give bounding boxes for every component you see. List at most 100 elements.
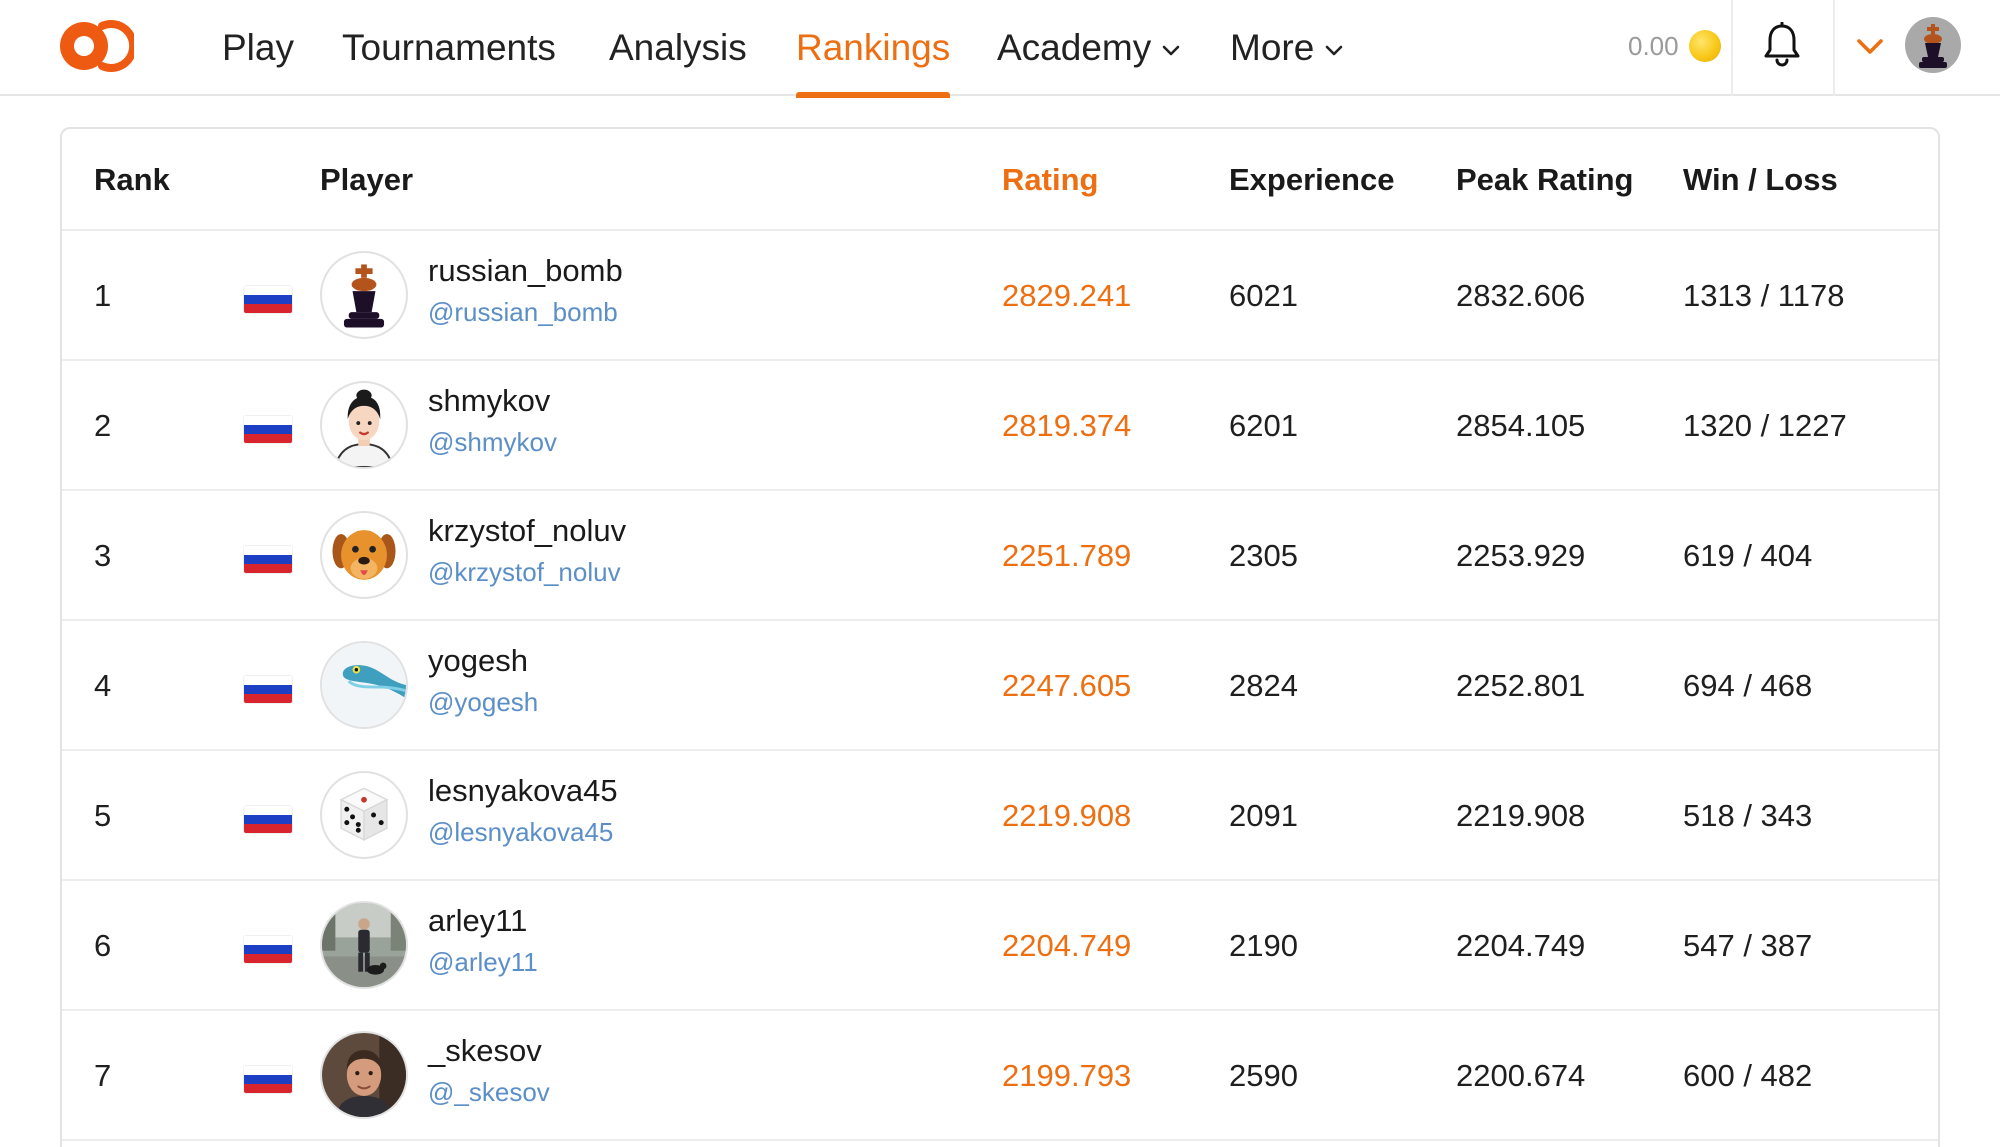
player-handle[interactable]: @krzystof_noluv — [428, 557, 621, 588]
player-name[interactable]: yogesh — [428, 643, 528, 679]
experience-cell: 6021 — [1229, 278, 1298, 313]
chevron-down-icon — [1162, 45, 1180, 56]
coin-icon — [1688, 30, 1721, 62]
nav-analysis-label: Analysis — [609, 27, 747, 68]
player-handle[interactable]: @arley11 — [428, 947, 538, 978]
player-name[interactable]: krzystof_noluv — [428, 513, 626, 549]
table-row[interactable]: 1 russian_bomb @russian_bomb 2829.241 60… — [62, 231, 1938, 361]
top-navigation-bar: Play Tournaments Analysis Rankings Acade… — [0, 0, 2000, 98]
header-rank[interactable]: Rank — [94, 129, 170, 231]
peak-rating-cell: 2252.801 — [1456, 668, 1586, 703]
header-experience[interactable]: Experience — [1229, 129, 1394, 231]
peak-rating-cell: 2219.908 — [1456, 798, 1586, 833]
nav-tournaments-label: Tournaments — [342, 27, 556, 68]
player-handle[interactable]: @shmykov — [428, 427, 557, 458]
player-avatar[interactable] — [320, 1031, 408, 1119]
nav-play[interactable]: Play — [222, 0, 294, 96]
table-row[interactable]: 5 lesnyakova45 @lesnyakova45 2219.908 20… — [62, 751, 1938, 881]
player-name[interactable]: lesnyakova45 — [428, 773, 618, 809]
table-row[interactable]: 6 arley11 @arley11 2204.749 2190 2204.74… — [62, 881, 1938, 1011]
nav-rankings[interactable]: Rankings — [796, 0, 951, 98]
rank-cell: 4 — [94, 668, 112, 703]
experience-cell: 2091 — [1229, 798, 1298, 833]
russia-flag-icon — [244, 1066, 292, 1093]
notification-bell-icon[interactable] — [1762, 22, 1802, 68]
nav-tournaments[interactable]: Tournaments — [342, 0, 556, 96]
player-handle[interactable]: @lesnyakova45 — [428, 817, 613, 848]
rank-cell: 2 — [94, 408, 112, 443]
experience-cell: 2190 — [1229, 928, 1298, 963]
experience-cell: 2824 — [1229, 668, 1298, 703]
player-avatar[interactable] — [320, 771, 408, 859]
rating-cell: 2247.605 — [1002, 668, 1132, 703]
rank-cell: 6 — [94, 928, 112, 963]
dice-icon — [339, 787, 389, 841]
player-avatar[interactable] — [320, 901, 408, 989]
chess-king-icon — [1919, 24, 1947, 68]
player-name[interactable]: arley11 — [428, 903, 527, 939]
player-name[interactable]: shmykov — [428, 383, 550, 419]
header-win-loss[interactable]: Win / Loss — [1683, 129, 1838, 231]
peak-rating-cell: 2204.749 — [1456, 928, 1586, 963]
peak-rating-cell: 2854.105 — [1456, 408, 1586, 443]
player-handle[interactable]: @russian_bomb — [428, 297, 618, 328]
site-logo-icon[interactable] — [58, 20, 134, 72]
rating-cell: 2199.793 — [1002, 1058, 1132, 1093]
experience-cell: 6201 — [1229, 408, 1298, 443]
player-handle[interactable]: @yogesh — [428, 687, 538, 718]
header-divider — [1833, 0, 1835, 96]
dog-icon — [332, 530, 396, 580]
nav-rankings-label: Rankings — [796, 27, 951, 68]
header-divider — [1731, 0, 1733, 96]
experience-cell: 2590 — [1229, 1058, 1298, 1093]
win-loss-cell: 600 / 482 — [1683, 1058, 1813, 1093]
user-avatar[interactable] — [1905, 17, 1961, 73]
photo-face-icon — [322, 1033, 406, 1117]
player-name[interactable]: russian_bomb — [428, 253, 623, 289]
player-avatar[interactable] — [320, 251, 408, 339]
russia-flag-icon — [244, 676, 292, 703]
header-peak-rating[interactable]: Peak Rating — [1456, 129, 1633, 231]
table-row[interactable]: 3 krzystof_noluv @krzystof_noluv 2251.78… — [62, 491, 1938, 621]
table-row[interactable]: 4 yogesh @yogesh 2247.605 2824 2252.801 … — [62, 621, 1938, 751]
rating-cell: 2819.374 — [1002, 408, 1132, 443]
nav-more[interactable]: More — [1230, 0, 1344, 96]
rank-cell: 1 — [94, 278, 112, 313]
rating-cell: 2219.908 — [1002, 798, 1132, 833]
player-name[interactable]: _skesov — [428, 1033, 542, 1069]
peak-rating-cell: 2832.606 — [1456, 278, 1586, 313]
rank-cell: 5 — [94, 798, 112, 833]
table-row[interactable]: 2 shmykov @shmykov 2819.374 6201 2854.10… — [62, 361, 1938, 491]
header-player[interactable]: Player — [320, 129, 413, 231]
win-loss-cell: 518 / 343 — [1683, 798, 1813, 833]
russia-flag-icon — [244, 806, 292, 833]
snake-icon — [322, 643, 406, 727]
header-rating[interactable]: Rating — [1002, 129, 1098, 231]
table-header: Rank Player Rating Experience Peak Ratin… — [62, 129, 1938, 231]
peak-rating-cell: 2200.674 — [1456, 1058, 1586, 1093]
nav-play-label: Play — [222, 27, 294, 68]
coin-balance[interactable]: 0.00 — [1628, 26, 1721, 66]
nav-analysis[interactable]: Analysis — [609, 0, 747, 96]
player-avatar[interactable] — [320, 641, 408, 729]
rating-cell: 2829.241 — [1002, 278, 1132, 313]
win-loss-cell: 547 / 387 — [1683, 928, 1813, 963]
win-loss-cell: 619 / 404 — [1683, 538, 1813, 573]
rank-cell: 7 — [94, 1058, 112, 1093]
player-handle[interactable]: @_skesov — [428, 1077, 550, 1108]
player-avatar[interactable] — [320, 381, 408, 469]
russia-flag-icon — [244, 416, 292, 443]
rating-cell: 2251.789 — [1002, 538, 1132, 573]
nav-academy[interactable]: Academy — [997, 0, 1181, 96]
table-row[interactable]: 7 _skesov @_skesov 2199.793 2590 2200.67… — [62, 1011, 1938, 1141]
russia-flag-icon — [244, 546, 292, 573]
experience-cell: 2305 — [1229, 538, 1298, 573]
account-menu-chevron-icon[interactable] — [1856, 36, 1884, 58]
player-avatar[interactable] — [320, 511, 408, 599]
chevron-down-icon — [1326, 45, 1343, 56]
russia-flag-icon — [244, 286, 292, 313]
nav-more-label: More — [1230, 27, 1315, 68]
rank-cell: 3 — [94, 538, 112, 573]
chess-king-icon — [343, 264, 385, 328]
win-loss-cell: 1320 / 1227 — [1683, 408, 1847, 443]
